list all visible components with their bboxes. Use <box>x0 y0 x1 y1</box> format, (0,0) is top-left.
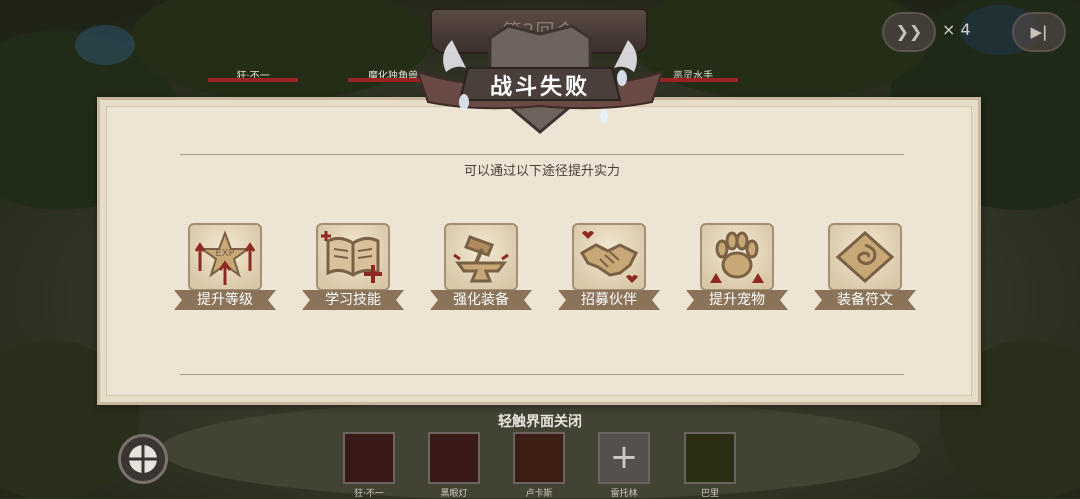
paw-icon <box>700 223 774 291</box>
option-equip-rune[interactable]: 装备符文 <box>814 223 916 315</box>
hero-slot-1[interactable] <box>343 432 395 484</box>
hero-name-4: 雷托林 <box>610 489 638 499</box>
option-ribbon: 招募伙伴 <box>558 287 660 313</box>
divider-top <box>180 154 904 155</box>
joystick-button[interactable] <box>118 434 168 484</box>
option-label: 招募伙伴 <box>581 292 637 308</box>
option-label: 提升等级 <box>197 292 253 308</box>
forge-anvil-icon <box>444 223 518 291</box>
skip-button[interactable]: ▶| <box>1012 12 1066 52</box>
skip-icon: ▶| <box>1030 23 1048 41</box>
fast-forward-button[interactable]: ❯❯ <box>882 12 936 52</box>
option-label: 强化装备 <box>453 292 509 308</box>
panel-subtitle: 可以通过以下途径提升实力 <box>463 164 620 179</box>
hero-slot-3[interactable] <box>513 432 565 484</box>
defeat-panel: 可以通过以下途径提升实力 EXP 提升等级 学习技能 强化装备 招募伙伴 提升宠… <box>97 97 981 405</box>
option-level-up[interactable]: EXP 提升等级 <box>174 223 276 315</box>
option-ribbon: 强化装备 <box>430 287 532 313</box>
fast-forward-icon: ❯❯ <box>895 22 923 41</box>
enemy-hp-bar-1 <box>208 78 298 82</box>
hero-slot-add[interactable]: + <box>598 432 650 484</box>
hero-name-3: 卢卡斯 <box>525 489 553 499</box>
level-up-exp-icon: EXP <box>188 223 262 291</box>
option-ribbon: 提升宠物 <box>686 287 788 313</box>
hero-slot-5[interactable] <box>684 432 736 484</box>
svg-text:EXP: EXP <box>215 248 234 259</box>
hero-name-5: 巴里 <box>700 489 719 499</box>
tap-to-close-hint[interactable]: 轻触界面关闭 <box>0 411 1080 431</box>
divider-bottom <box>180 374 904 375</box>
option-recruit-partner[interactable]: 招募伙伴 <box>558 223 660 315</box>
option-label: 装备符文 <box>837 292 893 308</box>
skill-book-icon <box>316 223 390 291</box>
option-ribbon: 装备符文 <box>814 287 916 313</box>
rune-icon <box>828 223 902 291</box>
crosshair-icon <box>129 445 157 473</box>
hero-name-1: 狂·不一 <box>354 489 384 499</box>
option-label: 提升宠物 <box>709 292 765 308</box>
defeat-title: 战斗失败 <box>489 75 590 100</box>
option-learn-skill[interactable]: 学习技能 <box>302 223 404 315</box>
hero-name-2: 黑眼灯 <box>440 489 468 499</box>
speed-multiplier-label: × 4 <box>942 20 971 39</box>
option-ribbon: 学习技能 <box>302 287 404 313</box>
handshake-icon <box>572 223 646 291</box>
option-enhance-gear[interactable]: 强化装备 <box>430 223 532 315</box>
option-label: 学习技能 <box>325 292 381 308</box>
option-upgrade-pet[interactable]: 提升宠物 <box>686 223 788 315</box>
plus-icon: + <box>609 437 639 477</box>
option-ribbon: 提升等级 <box>174 287 276 313</box>
hero-slot-2[interactable] <box>428 432 480 484</box>
